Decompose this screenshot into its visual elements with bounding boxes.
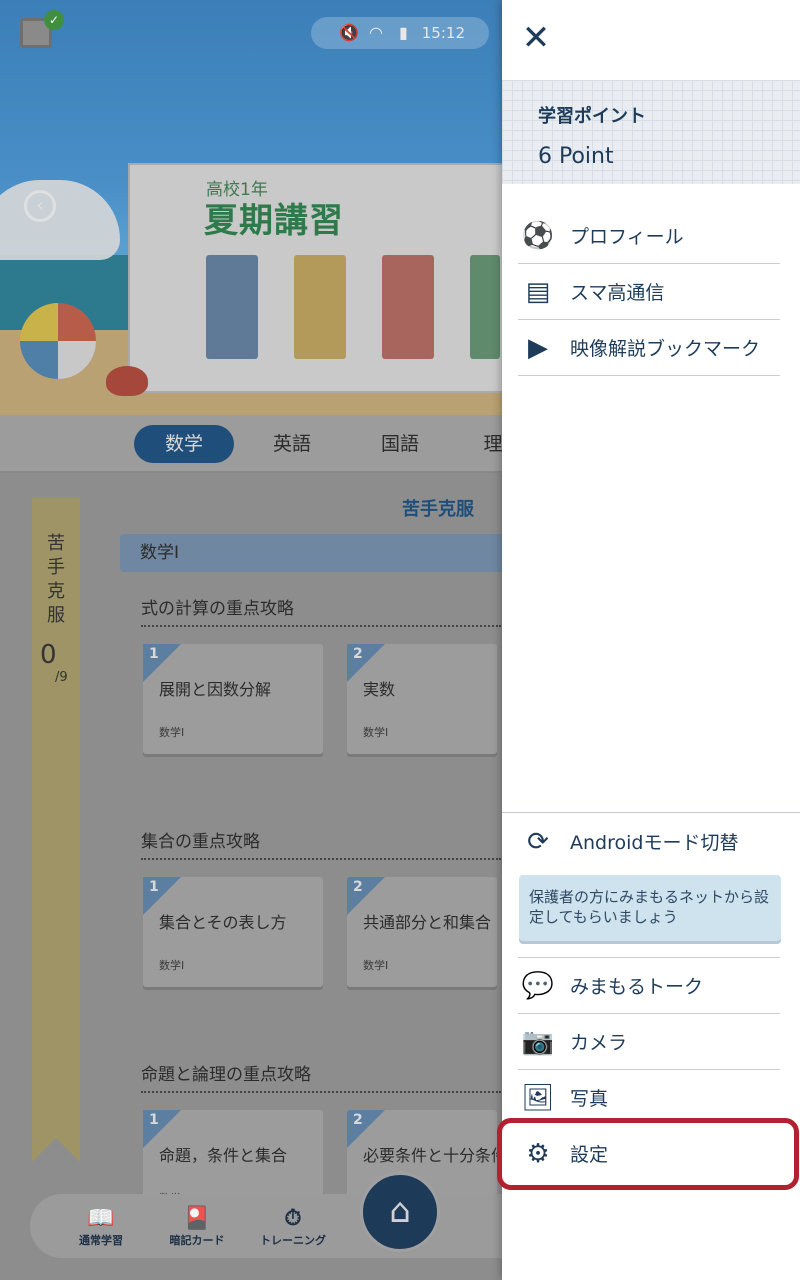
towel-green	[470, 255, 500, 359]
soccer-ball-icon: ⚽	[521, 221, 555, 251]
nav-flashcards[interactable]: 🎴 暗記カード	[152, 1206, 242, 1248]
ribbon-score: 0	[40, 640, 57, 670]
photo-icon: 🖼	[521, 1083, 555, 1113]
points-label: 学習ポイント	[538, 106, 646, 127]
parental-notice: 保護者の方にみまもるネットから設定してもらいましょう	[519, 875, 781, 941]
menu-item-camera[interactable]: 📷 カメラ	[518, 1014, 780, 1070]
home-button[interactable]: ⌂	[360, 1172, 440, 1252]
menu-item-label: スマ高通信	[570, 282, 665, 304]
beach-ball-icon	[20, 303, 96, 379]
drawer-divider	[502, 812, 800, 813]
menu-item-profile[interactable]: ⚽ プロフィール	[518, 208, 780, 264]
nav-regular-study[interactable]: 📖 通常学習	[56, 1206, 146, 1248]
card-title: 共通部分と和集合	[363, 913, 492, 932]
menu-item-label: Androidモード切替	[570, 832, 739, 854]
tab-japanese[interactable]: 国語	[360, 425, 440, 463]
menu-item-android-mode[interactable]: ⟳ Androidモード切替	[518, 814, 780, 870]
card-tag: 数学I	[159, 959, 185, 972]
section-divider	[141, 625, 501, 627]
nav-label: トレーニング	[260, 1234, 326, 1247]
card-number: 1	[149, 646, 159, 662]
card-title: 実数	[363, 680, 396, 699]
card-title: 集合とその表し方	[159, 913, 287, 932]
nav-training[interactable]: ⏱ トレーニング	[248, 1206, 338, 1248]
check-badge-icon: ✓	[44, 10, 64, 30]
ribbon-label: 苦手克服	[47, 533, 65, 626]
menu-item-label: みまもるトーク	[570, 976, 704, 998]
lesson-card[interactable]: 2 共通部分と和集合 数学I	[347, 877, 497, 987]
weak-point-link[interactable]: 苦手克服	[402, 495, 474, 521]
chat-bubble-icon: 💬	[521, 971, 555, 1001]
card-number: 2	[353, 1112, 363, 1128]
banner-board: 高校1年 夏期講習	[128, 163, 508, 393]
back-button[interactable]: ‹	[24, 190, 56, 222]
menu-item-label: カメラ	[570, 1032, 628, 1054]
learning-points-panel: 学習ポイント 6 Point	[502, 80, 800, 184]
card-tag: 数学I	[363, 959, 389, 972]
cards-icon: 🎴	[183, 1206, 211, 1231]
section-divider	[141, 1091, 501, 1093]
subject-header: 数学I	[120, 534, 510, 572]
menu-item-video-bookmark[interactable]: ▶ 映像解説ブックマーク	[518, 320, 780, 376]
section-divider	[141, 858, 501, 860]
towel-red	[382, 255, 434, 359]
card-number: 2	[353, 879, 363, 895]
status-time: 15:12	[421, 24, 465, 42]
lesson-card[interactable]: 1 展開と因数分解 数学I	[143, 644, 323, 754]
cloud	[0, 180, 120, 260]
nav-label: 通常学習	[79, 1234, 123, 1247]
card-number: 1	[149, 1112, 159, 1128]
video-bookmark-icon: ▶	[528, 333, 548, 363]
card-tag: 数学I	[363, 726, 389, 739]
menu-item-label: プロフィール	[570, 226, 684, 248]
card-title: 必要条件と十分条件	[363, 1146, 497, 1165]
book-icon: 📖	[87, 1206, 115, 1231]
tab-english[interactable]: 英語	[252, 425, 332, 463]
wifi-icon: ◠	[369, 23, 383, 42]
battery-icon: ▮	[399, 23, 408, 42]
points-value: 6 Point	[538, 144, 614, 169]
card-tag: 数学I	[159, 726, 185, 739]
ribbon-total: /9	[55, 670, 68, 685]
crab-icon	[106, 366, 148, 396]
camera-icon: 📷	[521, 1027, 555, 1057]
section-title: 集合の重点攻略	[141, 832, 260, 852]
menu-item-mimamoru-talk[interactable]: 💬 みまもるトーク	[518, 958, 780, 1014]
card-number: 1	[149, 879, 159, 895]
sync-icon: ⟳	[527, 827, 549, 857]
close-icon[interactable]: ✕	[518, 20, 554, 56]
towel-blue	[206, 255, 258, 359]
newsletter-icon: ▤	[525, 277, 551, 307]
lesson-card[interactable]: 1 集合とその表し方 数学I	[143, 877, 323, 987]
banner-title: 夏期講習	[204, 201, 344, 241]
lesson-card[interactable]: 2 実数 数学I	[347, 644, 497, 754]
card-title: 命題，条件と集合	[159, 1146, 288, 1165]
tab-math[interactable]: 数学	[134, 425, 234, 463]
card-title: 展開と因数分解	[159, 680, 272, 699]
towel-yellow	[294, 255, 346, 359]
stopwatch-icon: ⏱	[284, 1206, 302, 1231]
status-bar: 🔇 ◠ ▮ 15:12	[311, 17, 489, 49]
menu-item-label: 映像解説ブックマーク	[570, 338, 761, 360]
card-number: 2	[353, 646, 363, 662]
nav-label: 暗記カード	[169, 1234, 225, 1247]
section-title: 命題と論理の重点攻略	[141, 1065, 311, 1085]
settings-highlight	[497, 1118, 799, 1190]
menu-item-label: 写真	[570, 1088, 609, 1110]
menu-item-newsletter[interactable]: ▤ スマ高通信	[518, 264, 780, 320]
mute-icon: 🔇	[339, 23, 359, 42]
section-title: 式の計算の重点攻略	[141, 599, 294, 619]
